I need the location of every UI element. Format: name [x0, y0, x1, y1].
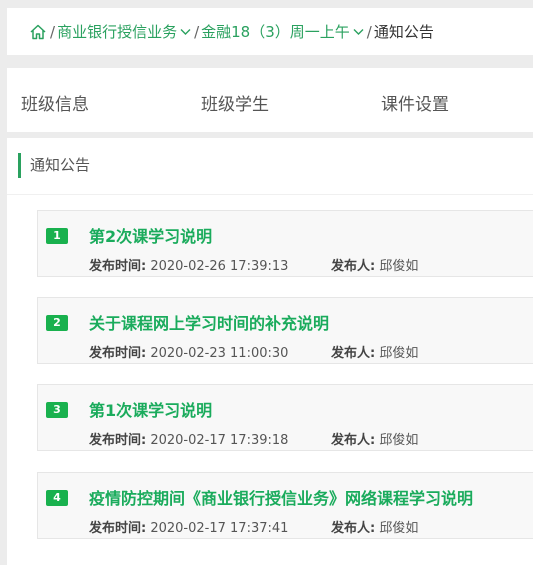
chevron-down-icon[interactable]	[180, 28, 191, 36]
notice-number-badge: 3	[46, 402, 68, 418]
breadcrumb-class-link[interactable]: 金融18（3）周一上午	[201, 21, 350, 42]
notice-title[interactable]: 疫情防控期间《商业银行授信业务》网络课程学习说明	[89, 485, 473, 509]
breadcrumb-separator: /	[50, 22, 56, 41]
chevron-down-icon[interactable]	[353, 28, 364, 36]
breadcrumb-current: 通知公告	[373, 23, 434, 41]
notice-item[interactable]: 4 疫情防控期间《商业银行授信业务》网络课程学习说明 发布时间: 2020-02…	[37, 472, 533, 539]
divider	[7, 194, 533, 195]
notice-item[interactable]: 3 第1次课学习说明 发布时间: 2020-02-17 17:39:18 发布人…	[37, 384, 533, 451]
tab-class-info[interactable]: 班级信息	[21, 90, 89, 115]
notice-number-badge: 2	[46, 315, 68, 331]
notice-number-badge: 1	[46, 228, 68, 244]
notice-title[interactable]: 第1次课学习说明	[89, 397, 212, 421]
author-value: 邱俊如	[379, 521, 419, 536]
notice-title[interactable]: 关于课程网上学习时间的补充说明	[89, 310, 329, 334]
tab-courseware-settings[interactable]: 课件设置	[381, 90, 449, 115]
time-value: 2020-02-26 17:39:13	[150, 259, 289, 274]
author-label: 发布人:	[331, 346, 376, 361]
notice-number-badge: 4	[46, 490, 68, 506]
time-value: 2020-02-17 17:39:18	[150, 433, 289, 448]
breadcrumb: / 商业银行授信业务 / 金融18（3）周一上午 / 通知公告	[7, 8, 533, 55]
author-label: 发布人:	[331, 433, 376, 448]
notice-item[interactable]: 1 第2次课学习说明 发布时间: 2020-02-26 17:39:13 发布人…	[37, 210, 533, 277]
time-label: 发布时间:	[89, 433, 147, 448]
author-label: 发布人:	[331, 259, 376, 274]
time-value: 2020-02-23 11:00:30	[150, 346, 289, 361]
notice-author: 发布人: 邱俊如	[331, 342, 418, 361]
author-value: 邱俊如	[379, 433, 419, 448]
home-icon[interactable]	[29, 23, 47, 41]
breadcrumb-course-link[interactable]: 商业银行授信业务	[57, 21, 177, 42]
notice-title[interactable]: 第2次课学习说明	[89, 223, 212, 247]
notice-author: 发布人: 邱俊如	[331, 255, 418, 274]
notice-time: 发布时间: 2020-02-17 17:37:41	[89, 517, 288, 536]
breadcrumb-separator: /	[366, 22, 372, 41]
author-label: 发布人:	[331, 521, 376, 536]
tab-class-students[interactable]: 班级学生	[201, 90, 269, 115]
notice-item[interactable]: 2 关于课程网上学习时间的补充说明 发布时间: 2020-02-23 11:00…	[37, 297, 533, 364]
panel-title: 通知公告	[18, 153, 90, 178]
author-value: 邱俊如	[379, 346, 419, 361]
time-label: 发布时间:	[89, 259, 147, 274]
time-label: 发布时间:	[89, 521, 147, 536]
author-value: 邱俊如	[379, 259, 419, 274]
notice-time: 发布时间: 2020-02-23 11:00:30	[89, 342, 288, 361]
tab-bar: 班级信息 班级学生 课件设置	[7, 68, 533, 132]
notice-time: 发布时间: 2020-02-17 17:39:18	[89, 429, 288, 448]
notice-time: 发布时间: 2020-02-26 17:39:13	[89, 255, 288, 274]
notice-author: 发布人: 邱俊如	[331, 429, 418, 448]
notice-author: 发布人: 邱俊如	[331, 517, 418, 536]
time-label: 发布时间:	[89, 346, 147, 361]
notice-panel: 通知公告 1 第2次课学习说明 发布时间: 2020-02-26 17:39:1…	[7, 138, 533, 565]
time-value: 2020-02-17 17:37:41	[150, 521, 289, 536]
breadcrumb-separator: /	[194, 22, 200, 41]
